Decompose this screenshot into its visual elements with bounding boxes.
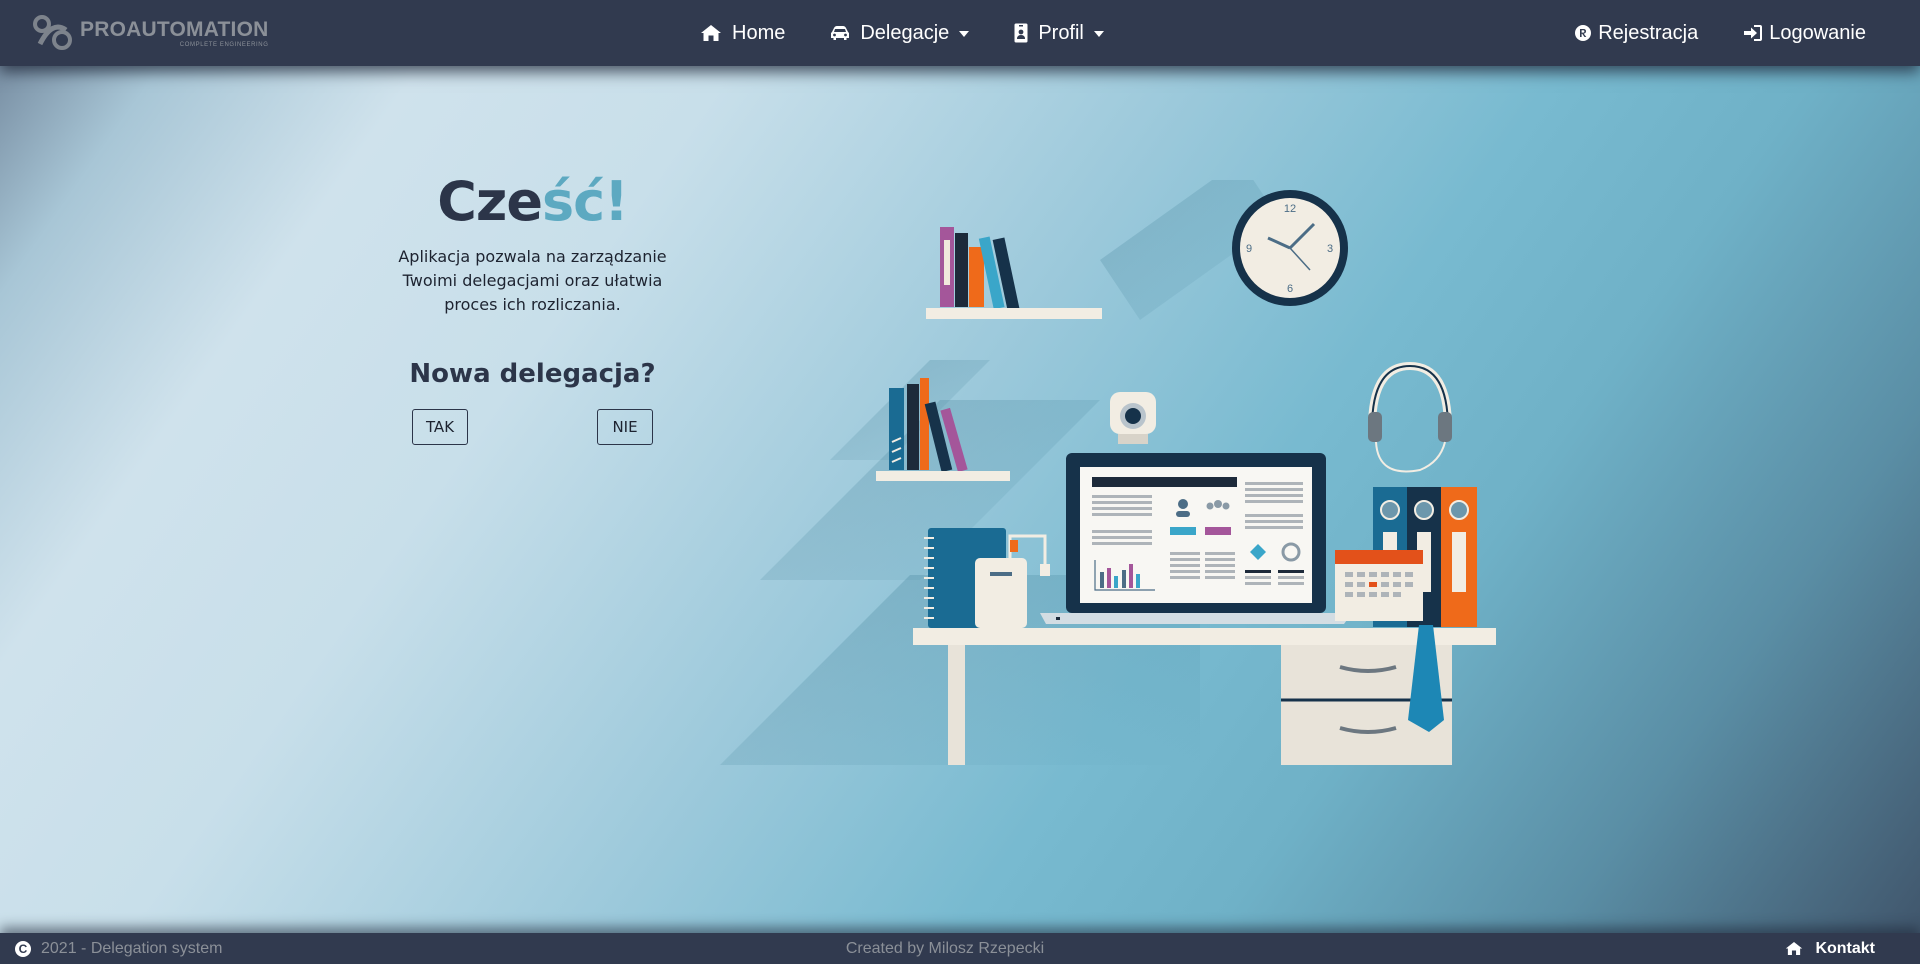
logo-icon <box>33 15 72 50</box>
no-button[interactable]: NIE <box>597 409 653 445</box>
intro-text: Aplikacja pozwala na zarządzanie Twoimi … <box>398 247 667 314</box>
auth-nav: Rejestracja Logowanie <box>1529 0 1866 66</box>
nav-login[interactable]: Logowanie <box>1743 0 1866 66</box>
nav-register[interactable]: Rejestracja <box>1574 0 1698 66</box>
clock-numeral-6: 6 <box>1287 283 1293 295</box>
clock-numeral-12: 12 <box>1284 203 1296 215</box>
top-navbar: PROAUTOMATION COMPLETE ENGINEERING Home … <box>0 0 1920 66</box>
brand-tagline: COMPLETE ENGINEERING <box>179 41 269 48</box>
chevron-down-icon <box>959 31 970 37</box>
upper-bookshelf <box>926 227 1102 319</box>
wall-clock: 12 3 6 9 <box>1232 190 1348 306</box>
nav-profile-label: Profil <box>1038 21 1084 44</box>
clock-numeral-9: 9 <box>1246 243 1252 255</box>
greeting-heading: Cześć! <box>390 170 675 233</box>
desk-calendar <box>1335 550 1423 621</box>
footer: C 2021 - Delegation system Created by Mi… <box>0 933 1920 964</box>
nav-delegations-dropdown[interactable]: Delegacje <box>830 0 970 66</box>
registered-icon <box>1575 25 1592 41</box>
laptop <box>1040 453 1352 624</box>
footer-credit: Created by Milosz Rzepecki <box>845 939 1045 957</box>
headphones <box>1368 361 1452 473</box>
nav-profile-dropdown[interactable]: Profil <box>1014 0 1104 66</box>
brand-logo[interactable]: PROAUTOMATION COMPLETE ENGINEERING <box>32 14 268 52</box>
home-icon <box>701 25 721 41</box>
nav-home[interactable]: Home <box>700 0 785 66</box>
id-badge-icon <box>1014 23 1028 43</box>
sign-in-icon <box>1744 25 1763 41</box>
brand-name: PROAUTOMATION <box>80 17 269 41</box>
nav-login-label: Logowanie <box>1769 21 1866 44</box>
contact-link[interactable]: Kontakt <box>1785 933 1875 964</box>
car-icon <box>831 26 850 40</box>
greeting-part-light: ść! <box>541 170 629 233</box>
clock-numeral-3: 3 <box>1327 243 1333 255</box>
nav-delegations-label: Delegacje <box>860 21 950 44</box>
welcome-section: Cześć! Aplikacja pozwala na zarządzanie … <box>390 170 675 445</box>
office-desk-illustration: 12 3 6 9 <box>720 180 1496 765</box>
chevron-down-icon <box>1093 31 1104 37</box>
greeting-part-dark: Cze <box>437 170 543 233</box>
home-icon <box>1786 941 1803 956</box>
main-nav: Home Delegacje Profil <box>700 0 1149 66</box>
answer-buttons: TAK NIE <box>390 409 675 445</box>
nav-home-label: Home <box>732 21 786 44</box>
yes-button[interactable]: TAK <box>412 409 468 445</box>
new-delegation-question: Nowa delegacja? <box>409 359 656 389</box>
nav-register-label: Rejestracja <box>1598 21 1699 44</box>
contact-label: Kontakt <box>1815 939 1875 957</box>
webcam <box>1110 392 1156 444</box>
